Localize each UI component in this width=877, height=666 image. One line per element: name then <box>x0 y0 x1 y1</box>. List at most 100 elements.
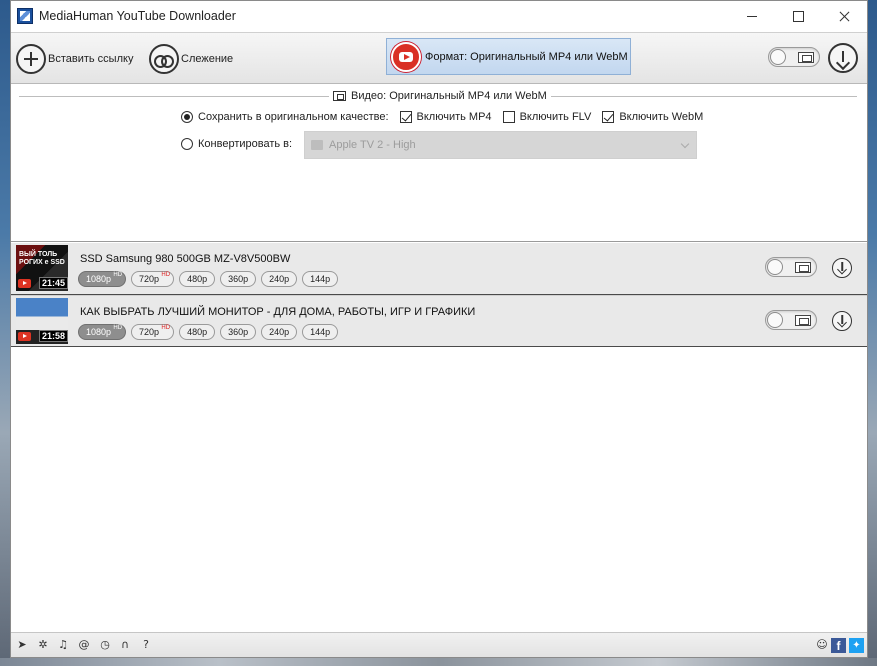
download-all-button[interactable] <box>828 43 858 73</box>
include-mp4-checkbox[interactable] <box>399 111 412 123</box>
quality-options: 1080p HD 720p HD 480p 360p 240p 144p <box>78 271 339 287</box>
quality-badge[interactable]: 240p <box>261 271 298 287</box>
quality-badge[interactable]: 720p HD <box>131 271 175 287</box>
convert-target-select[interactable]: Apple TV 2 - High <box>304 131 697 159</box>
quality-label: 144p <box>310 327 331 337</box>
convert-label[interactable]: Конвертировать в: <box>198 138 292 150</box>
convert-row: Конвертировать в: <box>181 138 292 150</box>
toggle-knob <box>770 49 786 65</box>
paste-link-button[interactable]: Вставить ссылку <box>16 43 133 75</box>
quality-badge[interactable]: 480p <box>179 324 216 340</box>
snail-icon[interactable]: @ <box>78 639 90 651</box>
film-icon <box>795 315 811 326</box>
toolbar: Вставить ссылку Слежение Формат: Оригина… <box>11 32 867 84</box>
download-item-button[interactable] <box>832 258 852 278</box>
minimize-button[interactable] <box>729 1 775 32</box>
item-video-toggle[interactable] <box>765 257 817 277</box>
youtube-icon <box>18 279 31 288</box>
include-flv-label[interactable]: Включить FLV <box>520 111 592 123</box>
paste-link-label: Вставить ссылку <box>48 53 134 65</box>
quality-label: 360p <box>228 327 249 337</box>
format-button[interactable]: Формат: Оригинальный MP4 или WebM <box>386 38 631 75</box>
chevron-down-icon <box>680 139 690 149</box>
video-mode-toggle[interactable] <box>768 47 820 67</box>
facebook-icon[interactable]: f <box>831 638 846 653</box>
toggle-knob <box>767 312 783 328</box>
save-original-row: Сохранить в оригинальном качестве: Включ… <box>181 111 703 123</box>
binoculars-icon[interactable]: ∩ <box>119 639 131 651</box>
music-icon[interactable]: ♫ <box>57 639 69 651</box>
video-thumbnail: ВЫЙ ТОЛЬ РОГИХ е SSD 21:45 <box>16 245 68 291</box>
quality-label: 1080p <box>86 274 112 284</box>
film-icon <box>795 262 811 273</box>
quality-label: 360p <box>228 274 249 284</box>
quality-label: 1080p <box>86 327 112 337</box>
quality-label: 480p <box>187 327 208 337</box>
app-logo-icon <box>17 8 33 24</box>
download-list: ВЫЙ ТОЛЬ РОГИХ е SSD 21:45 SSD Samsung 9… <box>11 243 867 347</box>
twitter-icon[interactable]: ✦ <box>849 638 864 653</box>
toggle-knob <box>767 259 783 275</box>
list-item[interactable]: ВЫЙ ТОЛЬ РОГИХ е SSD 21:45 SSD Samsung 9… <box>11 243 867 295</box>
desktop-background-bottom <box>0 658 877 666</box>
clock-icon[interactable]: ◷ <box>99 639 111 651</box>
section-header: Видео: Оригинальный MP4 или WebM <box>329 90 551 102</box>
format-settings-panel: Видео: Оригинальный MP4 или WebM Сохрани… <box>11 85 867 242</box>
include-flv-checkbox[interactable] <box>502 111 515 123</box>
device-icon <box>311 140 323 150</box>
quality-badge[interactable]: 480p <box>179 271 216 287</box>
tracking-button[interactable]: Слежение <box>149 43 233 75</box>
send-icon[interactable]: ➤ <box>16 639 28 651</box>
quality-badge[interactable]: 240p <box>261 324 298 340</box>
plus-icon <box>16 44 46 74</box>
quality-badge[interactable]: 1080p HD <box>78 271 127 287</box>
youtube-icon <box>18 332 31 341</box>
quality-badge[interactable]: 360p <box>220 324 257 340</box>
maximize-button[interactable] <box>775 1 821 32</box>
status-bar: ➤ ✲ ♫ @ ◷ ∩ ? ☺ f ✦ <box>11 632 867 657</box>
thumbnail-caption: ВЫЙ ТОЛЬ РОГИХ е SSD <box>19 251 65 266</box>
desktop-background-right <box>868 0 877 666</box>
quality-label: 144p <box>310 274 331 284</box>
quality-label: 480p <box>187 274 208 284</box>
video-title: SSD Samsung 980 500GB MZ-V8V500BW <box>80 253 291 265</box>
video-duration: 21:45 <box>38 277 68 289</box>
quality-badge[interactable]: 144p <box>302 324 339 340</box>
save-original-radio[interactable] <box>181 111 193 123</box>
video-thumbnail: 21:58 <box>16 298 68 344</box>
close-button[interactable] <box>821 1 867 32</box>
quality-label: 720p <box>139 327 160 337</box>
quality-label: 240p <box>269 327 290 337</box>
desktop-background-left <box>0 0 10 666</box>
format-label: Формат: Оригинальный MP4 или WebM <box>425 50 628 63</box>
section-title: Видео: Оригинальный MP4 или WebM <box>351 90 547 102</box>
hd-label: HD <box>161 272 171 278</box>
include-webm-label[interactable]: Включить WebM <box>619 111 703 123</box>
convert-target-value: Apple TV 2 - High <box>329 139 416 151</box>
support-agent-icon[interactable]: ☺ <box>816 639 828 651</box>
quality-badge[interactable]: 720p HD <box>131 324 175 340</box>
quality-label: 240p <box>269 274 290 284</box>
video-title: КАК ВЫБРАТЬ ЛУЧШИЙ МОНИТОР - ДЛЯ ДОМА, Р… <box>80 306 476 318</box>
help-icon[interactable]: ? <box>140 639 152 651</box>
include-webm-checkbox[interactable] <box>602 111 615 123</box>
convert-radio[interactable] <box>181 138 193 150</box>
include-mp4-label[interactable]: Включить MP4 <box>417 111 492 123</box>
title-bar[interactable]: MediaHuman YouTube Downloader <box>11 1 867 32</box>
list-item[interactable]: 21:58 КАК ВЫБРАТЬ ЛУЧШИЙ МОНИТОР - ДЛЯ Д… <box>11 295 867 347</box>
tracking-label: Слежение <box>181 53 234 65</box>
download-item-button[interactable] <box>832 311 852 331</box>
youtube-icon <box>391 41 421 72</box>
hd-label: HD <box>161 325 171 331</box>
binoculars-icon <box>149 44 179 74</box>
settings-gear-icon[interactable]: ✲ <box>37 639 49 651</box>
video-duration: 21:58 <box>38 330 68 342</box>
quality-badge[interactable]: 1080p HD <box>78 324 127 340</box>
app-window: MediaHuman YouTube Downloader Вставить с… <box>10 0 868 658</box>
item-video-toggle[interactable] <box>765 310 817 330</box>
quality-badge[interactable]: 144p <box>302 271 339 287</box>
hd-label: HD <box>113 325 123 331</box>
film-icon <box>333 91 346 101</box>
save-original-label[interactable]: Сохранить в оригинальном качестве: <box>198 111 389 123</box>
quality-badge[interactable]: 360p <box>220 271 257 287</box>
